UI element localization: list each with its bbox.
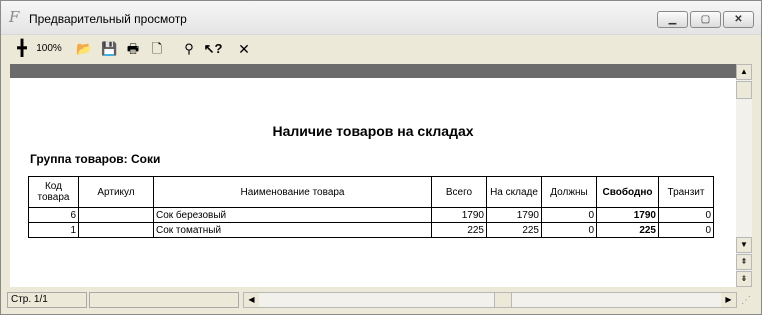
cell-article: [78, 207, 154, 223]
page-top-edge: [10, 64, 752, 78]
find-binoculars-icon[interactable]: ⚲: [180, 40, 198, 58]
save-icon[interactable]: 💾: [101, 40, 117, 58]
col-owed: Должны: [541, 176, 597, 208]
scroll-down-icon[interactable]: ▼: [736, 237, 752, 253]
page-up-icon[interactable]: ⇞: [736, 254, 752, 270]
cell-free: 1790: [596, 207, 659, 223]
table-row: 1 Сок томатный 225 225 0 225 0: [28, 222, 714, 238]
col-article: Артикул: [78, 176, 154, 208]
cell-in-stock: 225: [486, 222, 542, 238]
cell-in-stock: 1790: [486, 207, 542, 223]
toolbar: ╋ 100% 📂 💾 🖶 🗋 ⚲ ↖? ✕: [1, 36, 761, 62]
col-in-stock: На складе: [486, 176, 542, 208]
cell-name: Сок томатный: [153, 222, 432, 238]
table-row: 6 Сок березовый 1790 1790 0 1790 0: [28, 207, 714, 223]
cell-code: 6: [28, 207, 79, 223]
col-code: Код товара: [28, 176, 79, 208]
report-table: Код товара Артикул Наименование товара В…: [28, 176, 714, 238]
cell-transit: 0: [658, 207, 714, 223]
page-indicator: Стр. 1/1: [7, 292, 87, 308]
context-help-icon[interactable]: ↖?: [203, 40, 223, 58]
scroll-up-icon[interactable]: ▲: [736, 64, 752, 80]
open-folder-icon[interactable]: 📂: [76, 40, 92, 58]
status-bar: Стр. 1/1 ◀ ▶ ⋰: [1, 289, 761, 311]
maximize-button[interactable]: ▢: [690, 11, 721, 28]
col-transit: Транзит: [658, 176, 714, 208]
cell-name: Сок березовый: [153, 207, 432, 223]
cell-owed: 0: [541, 207, 597, 223]
page-setup-icon[interactable]: 🗋: [150, 40, 164, 58]
vertical-scroll-thumb[interactable]: [736, 81, 752, 99]
cell-total: 1790: [431, 207, 487, 223]
col-total: Всего: [431, 176, 487, 208]
window-title: Предварительный просмотр: [29, 12, 187, 26]
report-page: Наличие товаров на складах Группа товаро…: [10, 78, 736, 287]
page-down-icon[interactable]: ⇟: [736, 271, 752, 287]
horizontal-scroll-thumb[interactable]: [494, 293, 512, 307]
close-preview-icon[interactable]: ✕: [236, 40, 252, 58]
cell-total: 225: [431, 222, 487, 238]
report-title: Наличие товаров на складах: [272, 123, 474, 139]
horizontal-scrollbar[interactable]: ◀ ▶: [243, 292, 737, 308]
pin-icon[interactable]: ╋: [15, 40, 29, 58]
cell-code: 1: [28, 222, 79, 238]
close-window-button[interactable]: ✕: [723, 11, 754, 28]
app-icon: F: [9, 8, 20, 26]
minimize-button[interactable]: ▁: [657, 11, 688, 28]
vertical-scrollbar[interactable]: ▲ ▼ ⇞ ⇟: [736, 64, 752, 287]
cell-free: 225: [596, 222, 659, 238]
preview-window: F Предварительный просмотр ▁ ▢ ✕ ╋ 100% …: [0, 0, 762, 315]
cell-article: [78, 222, 154, 238]
status-panel: [89, 292, 239, 308]
resize-grip-icon[interactable]: ⋰: [741, 295, 755, 309]
scroll-left-icon[interactable]: ◀: [244, 293, 259, 307]
scroll-right-icon[interactable]: ▶: [721, 293, 736, 307]
print-icon[interactable]: 🖶: [125, 40, 141, 58]
table-header-row: Код товара Артикул Наименование товара В…: [28, 176, 714, 208]
title-bar: F Предварительный просмотр ▁ ▢ ✕: [1, 1, 761, 35]
zoom-button[interactable]: 100%: [32, 40, 66, 58]
cell-transit: 0: [658, 222, 714, 238]
cell-owed: 0: [541, 222, 597, 238]
group-label: Группа товаров: Соки: [30, 152, 161, 166]
col-name: Наименование товара: [153, 176, 432, 208]
col-free: Свободно: [596, 176, 659, 208]
